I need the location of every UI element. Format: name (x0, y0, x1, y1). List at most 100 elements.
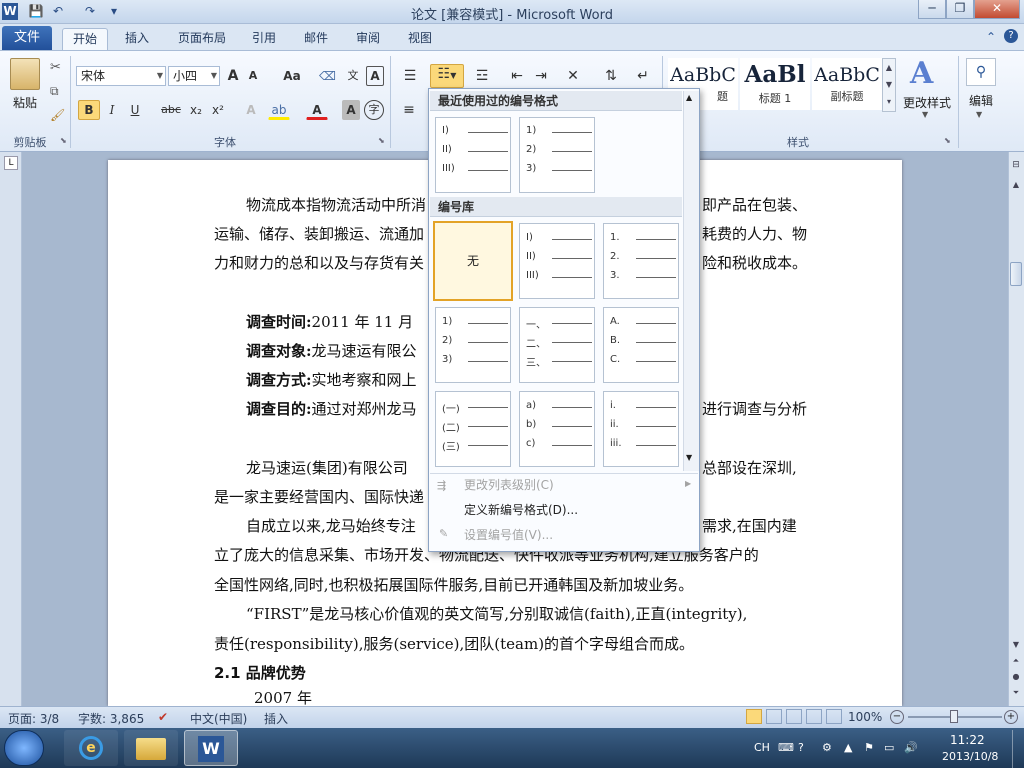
clock-time[interactable]: 11:22 (950, 733, 985, 747)
char-shading-button[interactable]: A (342, 100, 360, 120)
phonetic-guide-icon[interactable]: 文 (342, 66, 364, 86)
multilevel-list-icon[interactable]: ☲ (468, 66, 496, 86)
change-case-button[interactable]: Aa (278, 66, 306, 86)
vertical-scrollbar[interactable] (1008, 152, 1024, 706)
increase-indent-icon[interactable]: ⇥ (530, 66, 552, 86)
styles-scroll[interactable]: ▲ ▼ ▾ (882, 58, 896, 112)
customize-qat-icon[interactable]: ▾ (106, 3, 122, 20)
copy-icon[interactable]: ⧉ (50, 84, 59, 99)
shrink-font-button[interactable]: A (244, 66, 262, 86)
word-app-icon[interactable]: W (2, 3, 18, 20)
proofing-icon[interactable]: ✔ (158, 710, 168, 724)
numbering-format-tile[interactable]: I) II) III) (519, 223, 595, 299)
sort-icon[interactable]: ⇅ (600, 66, 622, 86)
redo-icon[interactable]: ↷ (82, 3, 98, 20)
set-numbering-value-item[interactable]: 设置编号值(V)... (430, 523, 696, 547)
explorer-taskbar-icon[interactable] (124, 730, 178, 766)
decrease-indent-icon[interactable]: ⇤ (506, 66, 528, 86)
dropdown-scrollbar[interactable]: ▲ ▼ (683, 91, 699, 471)
paste-button-label[interactable]: 粘贴 (8, 94, 42, 111)
style-heading-1[interactable]: AaBl 标题 1 (740, 58, 810, 110)
enclose-char-button[interactable]: 字 (364, 100, 384, 120)
bold-button[interactable]: B (78, 100, 100, 120)
numbering-format-tile[interactable]: 1. 2. 3. (603, 223, 679, 299)
show-desktop-button[interactable] (1012, 730, 1024, 768)
chevron-down-icon[interactable]: ▼ (922, 110, 928, 119)
numbering-format-tile[interactable]: A. B. C. (603, 307, 679, 383)
save-icon[interactable]: 💾 (28, 3, 44, 20)
browse-object-icon[interactable]: ● (1010, 672, 1022, 684)
paste-icon[interactable] (10, 58, 40, 90)
tab-review[interactable]: 审阅 (348, 28, 388, 50)
undo-icon[interactable]: ↶ (50, 3, 66, 20)
subscript-button[interactable]: x₂ (186, 100, 206, 120)
zoom-out-icon[interactable]: − (890, 710, 904, 724)
format-painter-icon[interactable]: 🖌 (50, 108, 65, 122)
prev-page-icon[interactable]: ⏶ (1010, 656, 1022, 668)
change-styles-icon[interactable]: A (910, 56, 933, 91)
chinese-layout-icon[interactable]: ✕ (560, 66, 586, 86)
numbering-button[interactable]: ☷▼ (430, 64, 464, 88)
tab-references[interactable]: 引用 (244, 28, 284, 50)
font-size-combo[interactable]: 小四 ▼ (168, 66, 220, 86)
grow-font-button[interactable]: A (224, 66, 242, 86)
zoom-slider-thumb[interactable] (950, 710, 958, 723)
italic-button[interactable]: I (102, 100, 122, 120)
clock-date[interactable]: 2013/10/8 (942, 750, 998, 763)
style-subtitle[interactable]: AaBbC 副标题 (812, 58, 882, 110)
outline-view-icon[interactable] (806, 709, 822, 724)
minimize-button[interactable]: ─ (918, 0, 946, 19)
scroll-thumb[interactable] (1010, 262, 1022, 286)
tab-page-layout[interactable]: 页面布局 (170, 28, 234, 50)
font-color-button[interactable]: A (306, 100, 328, 120)
page-count[interactable]: 页面: 3/8 (8, 710, 59, 727)
numbering-none-tile[interactable]: 无 (433, 221, 513, 301)
next-page-icon[interactable]: ⏷ (1010, 688, 1022, 700)
scroll-down-icon[interactable]: ▼ (1010, 640, 1022, 652)
help-tray-icon[interactable]: ? (798, 741, 804, 754)
numbering-format-tile[interactable]: 一、 二、 三、 (519, 307, 595, 383)
monitor-icon[interactable]: ▭ (884, 741, 894, 754)
volume-icon[interactable]: 🔊 (904, 741, 918, 754)
underline-button[interactable]: U (124, 100, 146, 120)
show-hidden-icons-icon[interactable]: ▲ (844, 741, 852, 754)
close-button[interactable]: ✕ (974, 0, 1020, 19)
web-layout-icon[interactable] (786, 709, 802, 724)
styles-launcher-icon[interactable]: ⬊ (944, 136, 951, 145)
char-border-button[interactable]: A (366, 66, 384, 86)
ime-options-icon[interactable]: ⚙ (822, 741, 832, 754)
tab-insert[interactable]: 插入 (118, 28, 156, 50)
strikethrough-button[interactable]: abc (158, 100, 184, 120)
numbering-format-tile[interactable]: I) II) III) (435, 117, 511, 193)
clipboard-launcher-icon[interactable]: ⬊ (60, 136, 67, 145)
full-screen-icon[interactable] (766, 709, 782, 724)
scroll-up-icon[interactable]: ▲ (686, 93, 692, 102)
help-icon[interactable]: ? (1004, 29, 1018, 43)
tab-file[interactable]: 文件 (2, 26, 52, 50)
font-launcher-icon[interactable]: ⬊ (378, 136, 385, 145)
draft-view-icon[interactable] (826, 709, 842, 724)
editing-label[interactable]: 编辑 (962, 92, 1000, 109)
scroll-down-icon[interactable]: ▼ (686, 453, 692, 462)
minimize-ribbon-icon[interactable]: ⌃ (986, 30, 996, 44)
word-taskbar-icon[interactable]: W (184, 730, 238, 766)
change-list-level-item[interactable]: 更改列表级别(C) (430, 473, 696, 497)
align-left-icon[interactable]: ≡ (398, 100, 420, 120)
clear-format-icon[interactable]: ⌫ (318, 66, 336, 86)
zoom-in-icon[interactable]: + (1004, 710, 1018, 724)
ruler-toggle-icon[interactable]: L (4, 156, 18, 170)
highlight-icon[interactable]: ab (268, 100, 290, 120)
superscript-button[interactable]: x² (208, 100, 228, 120)
tab-mailings[interactable]: 邮件 (296, 28, 336, 50)
change-styles-label[interactable]: 更改样式 (900, 94, 954, 111)
numbering-format-tile[interactable]: a) b) c) (519, 391, 595, 467)
zoom-level[interactable]: 100% (848, 710, 882, 724)
chevron-down-icon[interactable]: ▼ (976, 110, 982, 119)
keyboard-icon[interactable]: ⌨ (778, 741, 794, 754)
numbering-format-tile[interactable]: i. ii. iii. (603, 391, 679, 467)
numbering-format-tile[interactable]: 1) 2) 3) (519, 117, 595, 193)
word-count[interactable]: 字数: 3,865 (78, 710, 144, 727)
numbering-format-tile[interactable]: 1) 2) 3) (435, 307, 511, 383)
numbering-format-tile[interactable]: (一) (二) (三) (435, 391, 511, 467)
show-marks-icon[interactable]: ↵ (634, 66, 652, 86)
